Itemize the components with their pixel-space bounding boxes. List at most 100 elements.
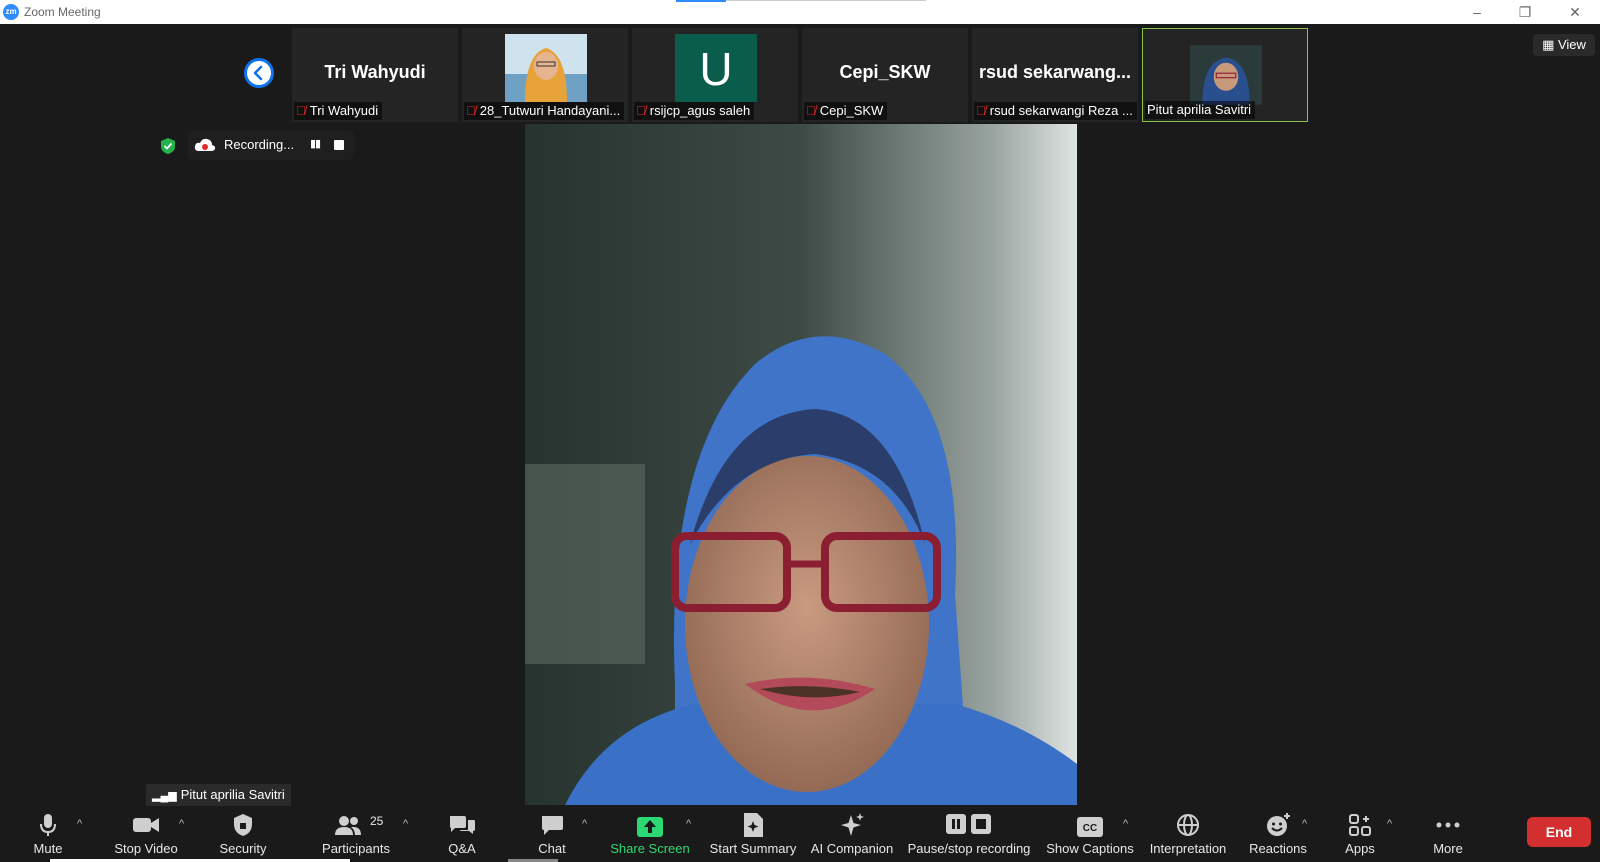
- start-summary-button[interactable]: Start Summary: [706, 810, 800, 862]
- participant-photo: [505, 34, 587, 102]
- participants-label: Participants: [322, 841, 390, 856]
- security-button[interactable]: Security: [212, 810, 274, 862]
- interpretation-button[interactable]: Interpretation: [1144, 810, 1232, 862]
- pause-recording-icon[interactable]: ▮▮: [310, 137, 321, 150]
- participant-tile[interactable]: Tri Wahyudi 🎙̸ Tri Wahyudi: [292, 28, 458, 122]
- closed-captions-icon: CC: [1077, 817, 1103, 837]
- chat-icon: [542, 816, 563, 835]
- pause-stop-recording-button[interactable]: Pause/stop recording: [904, 810, 1034, 862]
- participant-label: Pitut aprilia Savitri: [1145, 101, 1256, 119]
- recording-indicator: Recording... ▮▮: [188, 130, 354, 160]
- participant-name: rsijcp_agus saleh: [649, 103, 751, 118]
- active-speaker-name: Pitut aprilia Savitri: [180, 787, 285, 802]
- more-label: More: [1433, 841, 1463, 856]
- stop-video-button[interactable]: Stop Video: [108, 810, 184, 862]
- apps-icon: [1349, 814, 1371, 836]
- smiley-plus-icon: [1267, 813, 1290, 836]
- video-options-chevron-icon[interactable]: ^: [179, 818, 184, 830]
- recording-label: Recording...: [224, 137, 295, 152]
- shield-icon: [234, 814, 252, 836]
- stop-video-label: Stop Video: [114, 841, 178, 856]
- more-button[interactable]: More: [1424, 810, 1472, 862]
- meeting-toolbar: Mute ^ Stop Video ^ Security 25 Particip…: [0, 810, 1600, 862]
- speaker-video-frame: [525, 124, 1077, 805]
- chat-options-chevron-icon[interactable]: ^: [582, 818, 587, 830]
- participant-tile[interactable]: Cepi_SKW 🎙̸ Cepi_SKW: [802, 28, 968, 122]
- interpretation-label: Interpretation: [1149, 841, 1227, 856]
- close-icon[interactable]: ✕: [1560, 2, 1590, 22]
- share-screen-label: Share Screen: [610, 841, 690, 856]
- participants-icon: [335, 816, 361, 835]
- captions-options-chevron-icon[interactable]: ^: [1123, 818, 1128, 830]
- apps-options-chevron-icon[interactable]: ^: [1387, 818, 1392, 830]
- pause-stop-recording-icon: [946, 814, 991, 834]
- end-meeting-button[interactable]: End: [1527, 817, 1591, 847]
- mic-muted-icon: 🎙̸: [636, 103, 646, 118]
- mic-muted-icon: 🎙̸: [466, 103, 476, 118]
- view-button[interactable]: ▦ View: [1533, 34, 1595, 56]
- title-accent: [676, 0, 726, 2]
- mic-muted-icon: 🎙̸: [806, 103, 816, 118]
- grid-icon: ▦: [1542, 37, 1555, 52]
- participant-name: Pitut aprilia Savitri: [1147, 102, 1252, 117]
- qa-button[interactable]: Q&A: [440, 810, 484, 862]
- previous-page-button[interactable]: [244, 58, 274, 88]
- participants-options-chevron-icon[interactable]: ^: [403, 818, 408, 830]
- chevron-left-icon: [253, 65, 263, 81]
- start-summary-label: Start Summary: [709, 841, 797, 856]
- participant-label: 🎙̸ rsud sekarwangi Reza ...: [974, 102, 1137, 120]
- ai-companion-button[interactable]: AI Companion: [808, 810, 896, 862]
- title-bar: zm Zoom Meeting – ❐ ✕: [0, 0, 1600, 24]
- participant-label: 🎙̸ Tri Wahyudi: [294, 102, 383, 120]
- more-dots-icon: [1436, 822, 1460, 828]
- encryption-shield-icon[interactable]: [160, 137, 176, 155]
- share-options-chevron-icon[interactable]: ^: [686, 818, 691, 830]
- participant-big-name: Tri Wahyudi: [324, 62, 426, 82]
- participant-tile[interactable]: rsud sekarwang... 🎙̸ rsud sekarwangi Reza…: [972, 28, 1138, 122]
- participant-big-name: rsud sekarwang...: [978, 62, 1132, 82]
- restore-icon[interactable]: ❐: [1510, 2, 1540, 22]
- zoom-logo-icon: zm: [3, 4, 19, 20]
- ai-companion-label: AI Companion: [810, 841, 894, 856]
- reactions-label: Reactions: [1249, 841, 1307, 856]
- summary-icon: [744, 813, 763, 837]
- security-label: Security: [219, 841, 267, 856]
- cloud-recording-icon: [194, 138, 216, 151]
- participant-avatar: U: [675, 34, 757, 102]
- active-speaker-label: ▂▄▆ Pitut aprilia Savitri: [146, 784, 291, 806]
- stop-recording-icon[interactable]: [334, 140, 344, 150]
- chat-label: Chat: [538, 841, 566, 856]
- share-screen-button[interactable]: Share Screen: [606, 810, 694, 862]
- active-speaker-video: [525, 124, 1077, 805]
- participant-label: 🎙̸ rsijcp_agus saleh: [634, 102, 755, 120]
- participant-name: Cepi_SKW: [819, 103, 884, 118]
- participant-tile-active[interactable]: Pitut aprilia Savitri: [1142, 28, 1308, 122]
- show-captions-label: Show Captions: [1046, 841, 1134, 856]
- svg-text:CC: CC: [1083, 823, 1097, 834]
- reactions-options-chevron-icon[interactable]: ^: [1302, 818, 1307, 830]
- window-title: Zoom Meeting: [24, 5, 101, 19]
- participant-name: 28_Tutwuri Handayani...: [479, 103, 621, 118]
- audio-options-chevron-icon[interactable]: ^: [77, 818, 82, 830]
- minimize-icon[interactable]: –: [1462, 2, 1492, 22]
- chat-button[interactable]: Chat: [528, 810, 576, 862]
- signal-strength-icon: ▂▄▆: [152, 790, 177, 802]
- participant-big-name: Cepi_SKW: [839, 62, 931, 82]
- video-camera-icon: [133, 818, 159, 832]
- participants-count: 25: [370, 814, 384, 828]
- apps-button[interactable]: Apps: [1336, 810, 1384, 862]
- participant-name: Tri Wahyudi: [309, 103, 379, 118]
- participant-tile[interactable]: 🎙̸ 28_Tutwuri Handayani...: [462, 28, 628, 122]
- participant-label: 🎙̸ 28_Tutwuri Handayani...: [464, 102, 625, 120]
- qa-icon: [450, 816, 475, 834]
- microphone-icon: [40, 814, 56, 836]
- view-label: View: [1557, 37, 1586, 52]
- mute-label: Mute: [33, 841, 63, 856]
- globe-icon: [1177, 814, 1199, 836]
- apps-label: Apps: [1345, 841, 1375, 856]
- mute-button[interactable]: Mute: [24, 810, 72, 862]
- mic-muted-icon: 🎙̸: [296, 103, 306, 118]
- participant-tile[interactable]: U 🎙̸ rsijcp_agus saleh: [632, 28, 798, 122]
- participants-button[interactable]: 25 Participants: [316, 810, 396, 862]
- reactions-button[interactable]: Reactions: [1246, 810, 1310, 862]
